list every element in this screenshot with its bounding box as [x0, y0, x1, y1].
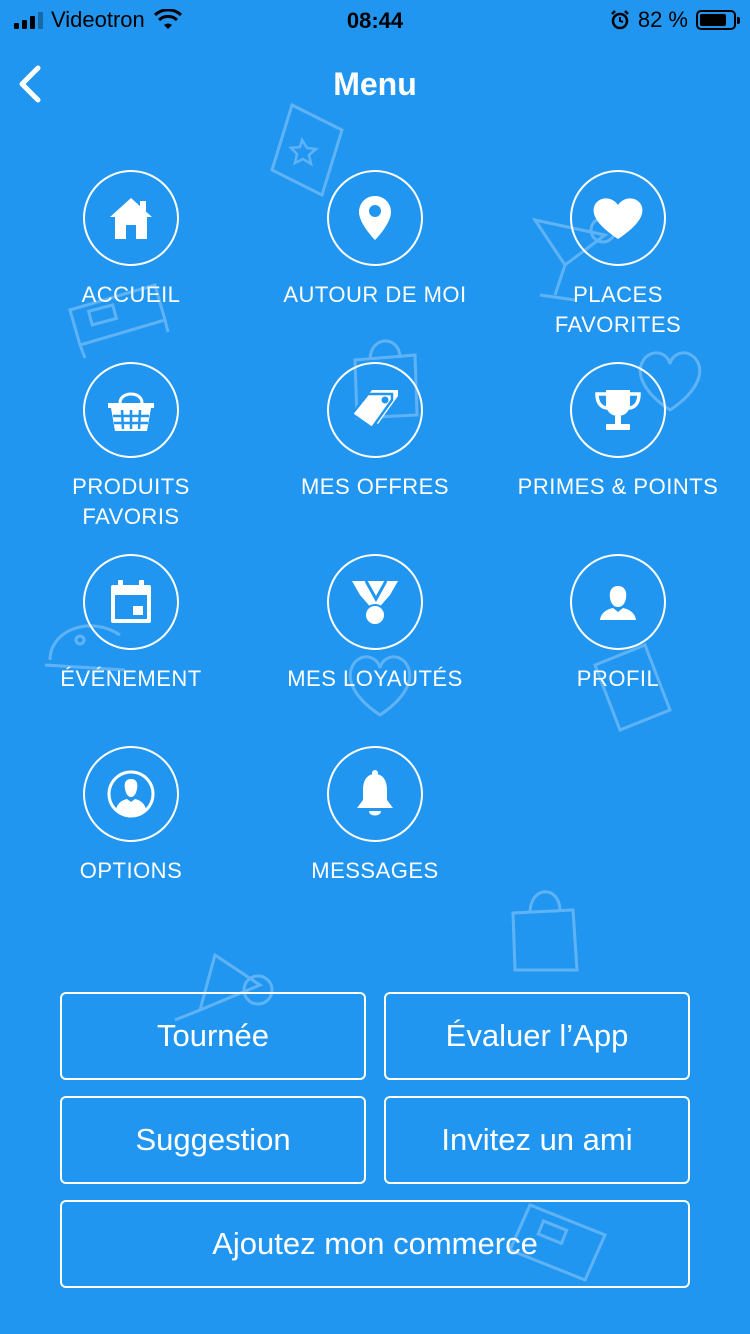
menu-item-profil[interactable]: PROFIL	[498, 554, 738, 694]
menu-icon-circle	[327, 746, 423, 842]
invite-friend-button[interactable]: Invitez un ami	[384, 1096, 690, 1184]
suggestion-button[interactable]: Suggestion	[60, 1096, 366, 1184]
add-business-button[interactable]: Ajoutez mon commerce	[60, 1200, 690, 1288]
bell-icon	[357, 770, 393, 816]
menu-icon-circle	[570, 170, 666, 266]
home-icon	[110, 198, 152, 239]
menu-item-label: PRODUITS FAVORIS	[72, 474, 190, 529]
heart-icon	[593, 198, 643, 239]
menu-item-evenement[interactable]: ÉVÉNEMENT	[11, 554, 251, 694]
user-circle-icon	[107, 770, 155, 818]
menu-item-mes-offres[interactable]: MES OFFRES	[255, 362, 495, 502]
page-title: Menu	[333, 66, 417, 102]
bag-deco-icon-2	[511, 890, 579, 972]
menu-item-label: PROFIL	[576, 666, 660, 691]
menu-item-label: ACCUEIL	[81, 282, 181, 307]
menu-item-primes-points[interactable]: PRIMES & POINTS	[498, 362, 738, 502]
tags-icon	[350, 390, 398, 430]
rate-app-button[interactable]: Évaluer l’App	[384, 992, 690, 1080]
menu-item-label: OPTIONS	[79, 858, 183, 883]
menu-item-mes-loyautes[interactable]: MES LOYAUTÉS	[255, 554, 495, 694]
menu-item-label: PLACES FAVORITES	[554, 282, 682, 337]
menu-item-label: MES OFFRES	[300, 474, 449, 499]
trophy-icon	[595, 390, 641, 430]
menu-item-autour-de-moi[interactable]: AUTOUR DE MOI	[255, 170, 495, 310]
menu-icon-circle	[570, 554, 666, 650]
menu-icon-circle	[327, 362, 423, 458]
menu-icon-circle	[570, 362, 666, 458]
menu-item-label: PRIMES & POINTS	[517, 474, 719, 499]
nav-bar: Menu	[0, 42, 750, 126]
basket-icon	[108, 392, 154, 431]
menu-icon-circle	[327, 554, 423, 650]
menu-item-accueil[interactable]: ACCUEIL	[11, 170, 251, 310]
menu-icon-circle	[83, 170, 179, 266]
menu-item-places-favorites[interactable]: PLACES FAVORITES	[498, 170, 738, 340]
status-bar: Videotron 08:44 82 %	[0, 0, 750, 42]
menu-item-label: MES LOYAUTÉS	[287, 666, 463, 691]
menu-icon-circle	[83, 554, 179, 650]
menu-item-produits-favoris[interactable]: PRODUITS FAVORIS	[11, 362, 251, 532]
medal-icon	[352, 580, 398, 626]
menu-icon-circle	[83, 362, 179, 458]
location-pin-icon	[359, 196, 391, 240]
menu-icon-circle	[327, 170, 423, 266]
battery-icon	[696, 10, 740, 30]
menu-item-options[interactable]: OPTIONS	[11, 746, 251, 886]
menu-item-label: AUTOUR DE MOI	[283, 282, 467, 307]
menu-item-label: MESSAGES	[311, 858, 439, 883]
battery-percent: 82 %	[637, 7, 688, 32]
menu-icon-circle	[83, 746, 179, 842]
menu-item-messages[interactable]: MESSAGES	[255, 746, 495, 886]
menu-item-label: ÉVÉNEMENT	[60, 666, 202, 691]
tour-button[interactable]: Tournée	[60, 992, 366, 1080]
alarm-icon	[610, 10, 629, 30]
user-icon	[600, 586, 636, 620]
calendar-icon	[111, 580, 151, 623]
